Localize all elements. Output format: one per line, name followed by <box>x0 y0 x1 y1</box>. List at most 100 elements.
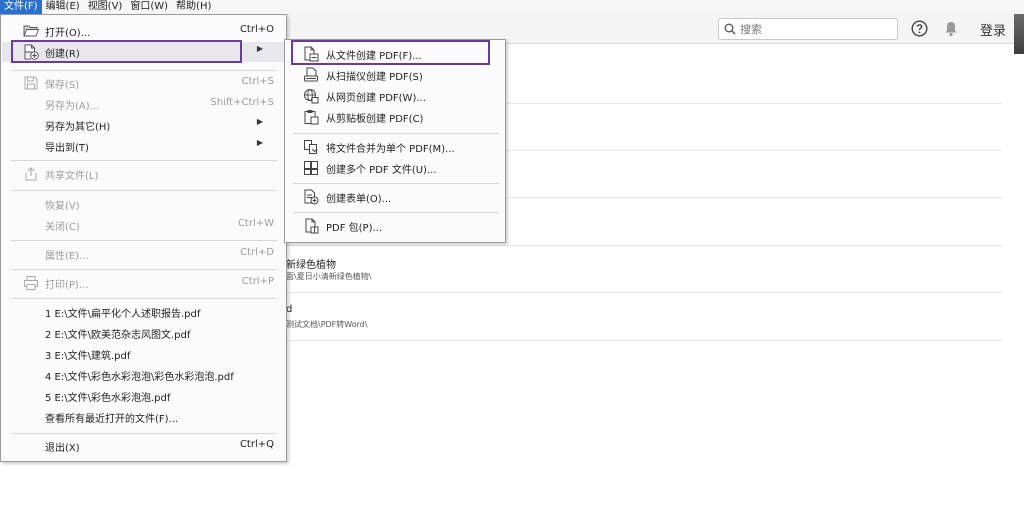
menu-separator <box>11 298 277 299</box>
menu-separator <box>11 160 277 161</box>
shortcut-label: Ctrl+S <box>241 76 274 87</box>
menu-separator <box>293 183 499 184</box>
globe-icon <box>304 89 319 104</box>
shortcut-label: Ctrl+W <box>237 218 274 229</box>
printer-icon <box>24 276 38 290</box>
menu-item-label: 1 E:\文件\扁平化个人述职报告.pdf <box>45 309 201 320</box>
multiple-files-icon <box>304 161 318 175</box>
submenu-item-create-form[interactable]: 创建表单(O)... <box>286 187 504 207</box>
recent-file-item[interactable]: 5 E:\文件\彩色水彩泡泡.pdf <box>2 386 285 406</box>
menu-item-save-as[interactable]: 另存为(A)... Shift+Ctrl+S <box>2 94 285 114</box>
submenu-item-label: 将文件合并为单个 PDF(M)... <box>326 144 455 155</box>
help-circle-icon[interactable] <box>911 20 928 37</box>
submenu-arrow-icon: ▶ <box>256 117 263 126</box>
menu-item-save[interactable]: 保存(S) Ctrl+S <box>2 73 285 93</box>
menu-item-label: 打印(P)... <box>45 280 89 291</box>
menu-separator <box>11 433 277 434</box>
menu-item-label: 恢复(V) <box>45 201 80 212</box>
list-item-path: 测试文档\PDF转Word\ <box>286 320 368 329</box>
submenu-item-label: 从剪贴板创建 PDF(C) <box>326 114 424 125</box>
menu-item-label: 3 E:\文件\建筑.pdf <box>45 351 131 362</box>
side-panel-strip <box>1014 14 1024 54</box>
menu-item-label: 另存为(A)... <box>45 101 100 112</box>
menu-item-label: 4 E:\文件\彩色水彩泡泡\彩色水彩泡泡.pdf <box>45 372 234 383</box>
menu-view[interactable]: 视图(V) <box>84 0 127 14</box>
recent-file-item[interactable]: 1 E:\文件\扁平化个人述职报告.pdf <box>2 302 285 322</box>
submenu-item-from-scanner[interactable]: 从扫描仪创建 PDF(S) <box>286 65 504 85</box>
create-pdf-icon <box>24 44 39 60</box>
menu-file[interactable]: 文件(F) <box>0 0 42 14</box>
menu-item-label: 关闭(C) <box>45 222 80 233</box>
submenu-arrow-icon: ▶ <box>256 44 263 53</box>
list-item-path: 面\夏日小清新绿色植物\ <box>286 272 372 281</box>
menu-item-label: 退出(X) <box>45 443 80 454</box>
recent-file-item[interactable]: 2 E:\文件\欧美范杂志风图文.pdf <box>2 323 285 343</box>
scanner-icon <box>304 67 318 82</box>
menu-item-label: 导出到(T) <box>45 143 89 154</box>
search-box[interactable] <box>718 18 898 40</box>
submenu-arrow-icon: ▶ <box>256 138 263 147</box>
menu-item-label: 创建(R) <box>45 49 80 60</box>
menu-separator <box>293 133 499 134</box>
menu-item-label: 打开(O)... <box>45 28 91 39</box>
menu-separator <box>11 190 277 191</box>
save-icon <box>24 76 38 90</box>
login-link[interactable]: 登录 <box>980 20 1006 39</box>
menu-edit[interactable]: 编辑(E) <box>42 0 84 14</box>
menu-item-label: 保存(S) <box>45 80 80 91</box>
create-form-icon <box>304 189 319 205</box>
submenu-item-from-clipboard[interactable]: 从剪贴板创建 PDF(C) <box>286 107 504 127</box>
submenu-item-batch-create[interactable]: 创建多个 PDF 文件(U)... <box>286 158 504 178</box>
menu-separator <box>293 212 499 213</box>
menu-separator <box>11 240 277 241</box>
search-icon <box>724 23 736 35</box>
combine-files-icon <box>304 140 318 154</box>
shortcut-label: Ctrl+Q <box>239 439 274 450</box>
create-submenu: 从文件创建 PDF(F)... 从扫描仪创建 PDF(S) 从网页创建 PDF(… <box>284 39 506 243</box>
submenu-item-label: 从网页创建 PDF(W)... <box>326 93 426 104</box>
menu-item-label: 5 E:\文件\彩色水彩泡泡.pdf <box>45 393 171 404</box>
shortcut-label: Shift+Ctrl+S <box>210 97 274 108</box>
menu-item-export[interactable]: 导出到(T) ▶ <box>2 136 285 156</box>
submenu-item-label: 从文件创建 PDF(F)... <box>326 51 422 62</box>
submenu-item-label: 创建多个 PDF 文件(U)... <box>326 165 437 176</box>
menu-item-print[interactable]: 打印(P)... Ctrl+P <box>2 273 285 293</box>
recent-file-item[interactable]: 3 E:\文件\建筑.pdf <box>2 344 285 364</box>
menu-item-label: 共享文件(L) <box>45 171 99 182</box>
menu-window[interactable]: 窗口(W) <box>126 0 172 14</box>
menu-item-label: 另存为其它(H) <box>45 122 111 133</box>
submenu-item-from-webpage[interactable]: 从网页创建 PDF(W)... <box>286 86 504 106</box>
submenu-item-label: 创建表单(O)... <box>326 194 392 205</box>
bell-icon[interactable] <box>943 20 959 37</box>
menu-item-save-as-other[interactable]: 另存为其它(H) ▶ <box>2 115 285 135</box>
list-divider <box>286 245 1002 246</box>
submenu-item-from-file[interactable]: 从文件创建 PDF(F)... <box>286 44 504 64</box>
menu-help[interactable]: 帮助(H) <box>172 0 215 14</box>
submenu-item-label: 从扫描仪创建 PDF(S) <box>326 72 423 83</box>
clipboard-icon <box>304 110 319 125</box>
menu-item-exit[interactable]: 退出(X) Ctrl+Q <box>2 436 285 456</box>
recent-file-item[interactable]: 4 E:\文件\彩色水彩泡泡\彩色水彩泡泡.pdf <box>2 365 285 385</box>
folder-open-icon <box>23 25 39 37</box>
submenu-item-pdf-portfolio[interactable]: PDF 包(P)... <box>286 216 504 236</box>
submenu-item-label: PDF 包(P)... <box>326 223 383 234</box>
submenu-item-combine-files[interactable]: 将文件合并为单个 PDF(M)... <box>286 137 504 157</box>
file-to-pdf-icon <box>304 46 319 62</box>
menu-bar: 文件(F) 编辑(E) 视图(V) 窗口(W) 帮助(H) <box>0 0 1024 14</box>
list-item-title[interactable]: 新绿色植物 <box>286 256 336 271</box>
menu-item-create[interactable]: 创建(R) ▶ <box>2 42 285 62</box>
file-menu-dropdown: 打开(O)... Ctrl+O 创建(R) ▶ 保存(S) Ctrl+S 另存为… <box>0 14 287 462</box>
shortcut-label: Ctrl+O <box>239 24 274 35</box>
menu-item-properties[interactable]: 属性(E)... Ctrl+D <box>2 244 285 264</box>
menu-item-close[interactable]: 关闭(C) Ctrl+W <box>2 215 285 235</box>
list-divider <box>286 292 1002 293</box>
shortcut-label: Ctrl+P <box>241 276 274 287</box>
menu-item-view-all-recent[interactable]: 查看所有最近打开的文件(F)... <box>2 407 285 427</box>
search-input[interactable] <box>736 20 886 38</box>
menu-item-revert[interactable]: 恢复(V) <box>2 194 285 214</box>
menu-item-label: 属性(E)... <box>45 251 89 262</box>
list-divider <box>286 340 1002 341</box>
menu-item-label: 查看所有最近打开的文件(F)... <box>45 414 179 425</box>
menu-item-share[interactable]: 共享文件(L) <box>2 164 285 184</box>
menu-item-open[interactable]: 打开(O)... Ctrl+O <box>2 21 285 41</box>
